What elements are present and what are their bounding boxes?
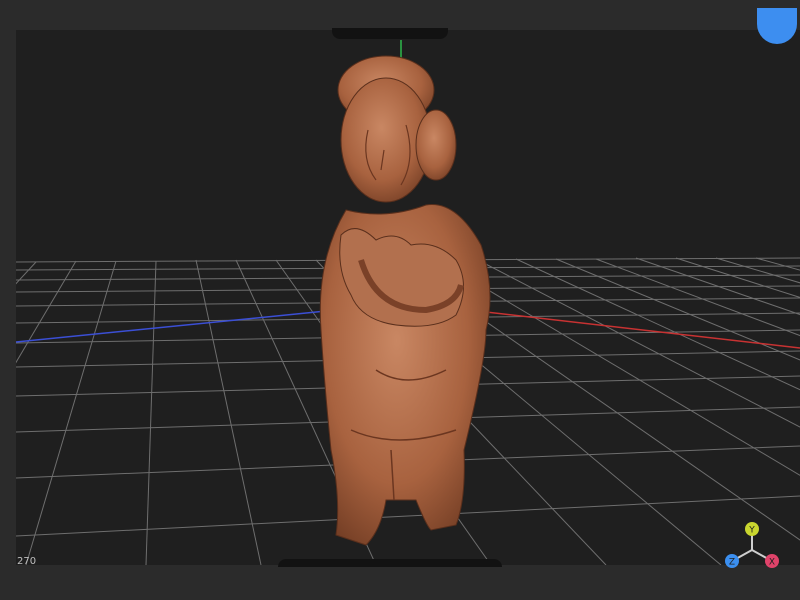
top-bar: [0, 0, 800, 30]
gizmo-y-label: Y: [748, 526, 755, 536]
axis-gizmo-icon[interactable]: Y X Z: [716, 520, 786, 568]
z-axis-line: [16, 308, 347, 343]
top-toolbar-handle[interactable]: [332, 28, 448, 39]
frame-counter: 270: [17, 556, 37, 567]
bottom-bar: [0, 565, 800, 600]
bottom-toolbar-handle[interactable]: [278, 559, 502, 567]
scene: [16, 30, 800, 565]
gizmo-x-label: X: [769, 558, 775, 568]
gizmo-z-label: Z: [729, 558, 735, 568]
left-bar: [0, 30, 16, 600]
3d-viewport[interactable]: [16, 30, 800, 565]
